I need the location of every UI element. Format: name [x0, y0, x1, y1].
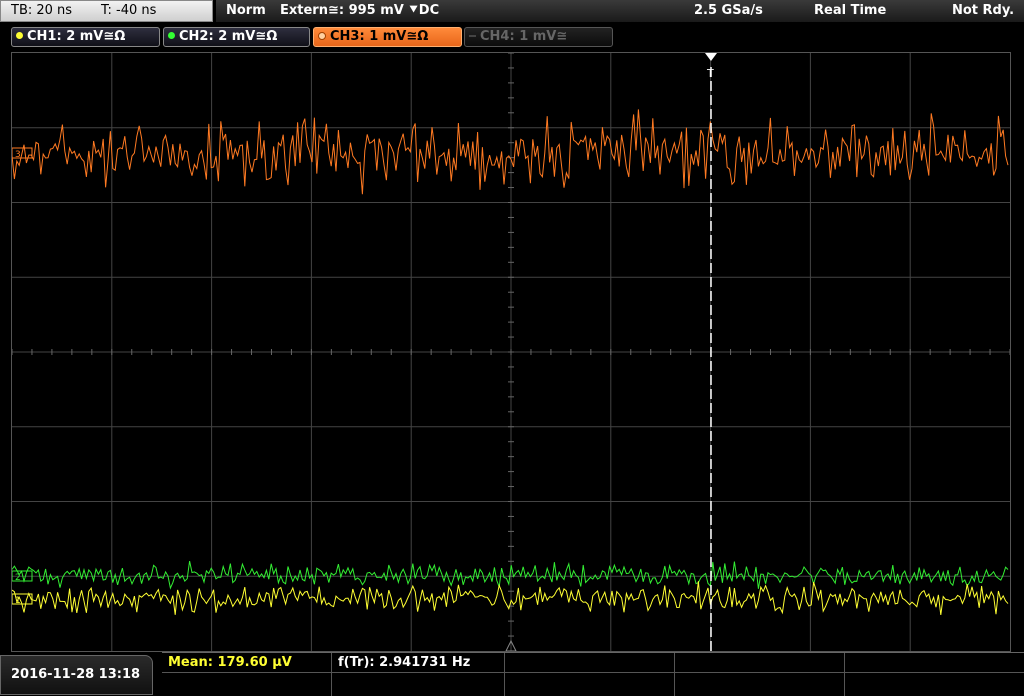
ch3-label: CH3: 1 mV≅Ω [330, 29, 429, 44]
ch3-indicator-icon [318, 31, 326, 40]
timebase-value: TB: 20 ns [11, 3, 73, 18]
ch1-waveform [12, 581, 1009, 615]
trigger-position-icon[interactable] [705, 53, 717, 61]
measurement-slot-empty[interactable] [675, 653, 845, 673]
ch4-label: CH4: 1 mV≅ [480, 29, 568, 44]
waveform-display[interactable]: T 3 2 1 [11, 52, 1011, 652]
ch2-offset-label: 2 [15, 573, 21, 583]
ch2-waveform [12, 560, 1009, 590]
measurement-slot-empty[interactable] [505, 653, 675, 673]
measurement-slot-empty[interactable] [845, 653, 1024, 673]
ch3-offset-label: 3 [15, 150, 21, 160]
sample-rate: 2.5 GSa/s [694, 3, 763, 18]
date-time-text: 2016-11-28 13:18 [11, 667, 141, 682]
tab-ch2[interactable]: CH2: 2 mV≅Ω [163, 27, 310, 47]
measurement-panel[interactable]: Mean: 179.60 µV f(Tr): 2.941731 Hz [162, 652, 1024, 696]
ch2-label: CH2: 2 mV≅Ω [179, 29, 278, 44]
mean-measurement[interactable]: Mean: 179.60 µV [162, 653, 332, 673]
tab-ch4[interactable]: CH4: 1 mV≅ [464, 27, 613, 47]
ch1-indicator-icon [16, 32, 23, 39]
acquisition-type: Real Time [814, 3, 887, 18]
measurement-slot-empty[interactable] [675, 673, 845, 696]
ch1-label: CH1: 2 mV≅Ω [27, 29, 126, 44]
acquisition-status: Not Rdy. [952, 3, 1015, 18]
trigger-offset-value: T: -40 ns [101, 3, 157, 18]
ch1-offset-label: 1 [15, 596, 21, 606]
measurement-slot-empty[interactable] [162, 673, 332, 696]
tab-ch1[interactable]: CH1: 2 mV≅Ω [11, 27, 160, 47]
measurement-slot-empty[interactable] [505, 673, 675, 696]
tab-ch3[interactable]: CH3: 1 mV≅Ω [313, 27, 462, 47]
trigger-mode[interactable]: Norm [226, 0, 266, 22]
frequency-measurement[interactable]: f(Tr): 2.941731 Hz [332, 653, 505, 673]
trigger-source[interactable]: Extern≅: 995 mV ⯆DC [280, 0, 439, 22]
graticule [12, 53, 1010, 651]
ch4-indicator-icon [469, 34, 476, 37]
timebase-box[interactable]: TB: 20 ns T: -40 ns [0, 0, 213, 22]
acquisition-bar[interactable]: Norm Extern≅: 995 mV ⯆DC 2.5 GSa/s Real … [216, 0, 1024, 22]
ch2-indicator-icon [168, 32, 175, 39]
trigger-marker-label: T [706, 67, 714, 80]
date-time: 2016-11-28 13:18 [0, 655, 153, 695]
waveform-svg: T 3 2 1 [12, 53, 1010, 651]
ch3-waveform [12, 109, 1009, 195]
measurement-slot-empty[interactable] [332, 673, 505, 696]
top-status-bar: TB: 20 ns T: -40 ns Norm Extern≅: 995 mV… [0, 0, 1024, 24]
